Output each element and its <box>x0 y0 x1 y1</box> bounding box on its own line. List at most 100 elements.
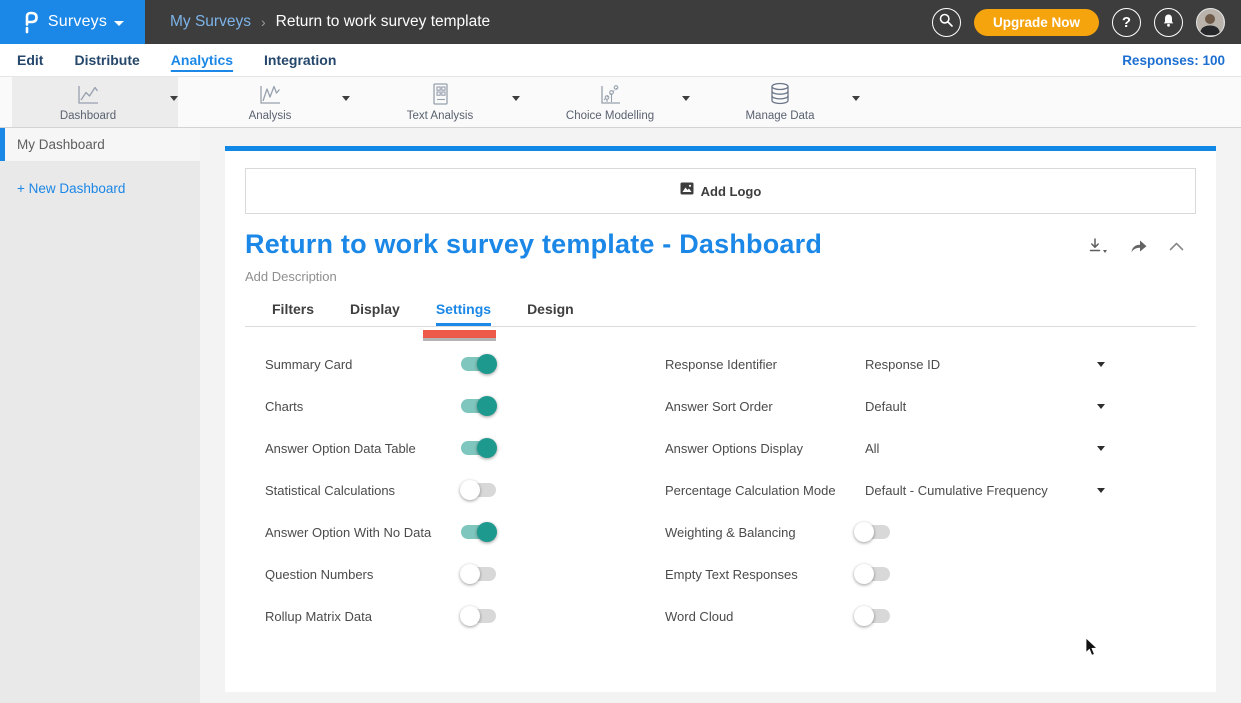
toggle-knob <box>477 438 497 458</box>
setting-label: Rollup Matrix Data <box>265 609 461 624</box>
notifications-button[interactable] <box>1154 8 1183 37</box>
toggle-knob <box>460 480 480 500</box>
toolbar-item-dashboard-dropdown[interactable] <box>166 97 182 123</box>
percentage-calculation-mode-select[interactable]: Default - Cumulative Frequency <box>855 483 1105 498</box>
download-button[interactable] <box>1087 237 1109 255</box>
tab-label: Settings <box>436 301 491 317</box>
nav-item-analytics[interactable]: Analytics <box>171 52 233 68</box>
setting-label: Percentage Calculation Mode <box>665 483 855 498</box>
setting-row-response-identifier: Response IdentifierResponse ID <box>645 343 1105 385</box>
setting-row-summary-card: Summary Card <box>245 343 645 385</box>
chevron-down-icon <box>114 21 124 26</box>
tab-settings[interactable]: Settings <box>436 301 491 326</box>
nav-item-integration[interactable]: Integration <box>264 52 336 68</box>
new-dashboard-button[interactable]: + New Dashboard <box>17 181 200 196</box>
product-name: Surveys <box>48 13 107 31</box>
document-grid-icon <box>428 82 452 107</box>
charts-toggle[interactable] <box>461 399 496 413</box>
tab-display[interactable]: Display <box>350 301 400 326</box>
toggle-knob <box>854 606 874 626</box>
toggle-knob <box>854 564 874 584</box>
setting-row-answer-option-with-no-data: Answer Option With No Data <box>245 511 645 553</box>
toolbar-item-analysis-dropdown[interactable] <box>338 97 354 123</box>
help-button[interactable]: ? <box>1112 8 1141 37</box>
page-title[interactable]: Return to work survey template - Dashboa… <box>245 229 822 260</box>
answer-option-data-table-toggle[interactable] <box>461 441 496 455</box>
weighting-balancing-toggle[interactable] <box>855 525 890 539</box>
toolbar-item-label: Dashboard <box>60 110 116 122</box>
setting-label: Summary Card <box>265 357 461 372</box>
empty-text-responses-toggle[interactable] <box>855 567 890 581</box>
content-area: Add Logo Return to work survey template … <box>200 128 1241 703</box>
add-logo-label: Add Logo <box>701 184 762 199</box>
breadcrumb-separator: › <box>261 14 266 30</box>
setting-label: Response Identifier <box>665 357 855 372</box>
rollup-matrix-data-toggle[interactable] <box>461 609 496 623</box>
setting-row-charts: Charts <box>245 385 645 427</box>
toggle-knob <box>460 606 480 626</box>
collapse-chevron-icon[interactable] <box>1169 242 1184 251</box>
toggle-knob <box>477 354 497 374</box>
answer-options-display-select[interactable]: All <box>855 441 1105 456</box>
chevron-down-icon <box>852 96 860 118</box>
toolbar-item-label: Manage Data <box>745 110 814 122</box>
settings-tabs: Filters Display Settings Design <box>245 301 1196 327</box>
dashboard-sidebar: My Dashboard + New Dashboard <box>0 128 200 703</box>
setting-row-word-cloud: Word Cloud <box>645 595 1105 637</box>
toolbar-item-dashboard[interactable]: Dashboard <box>23 82 153 122</box>
product-switcher[interactable]: Surveys <box>0 0 145 44</box>
sidebar-item-my-dashboard[interactable]: My Dashboard <box>0 128 200 161</box>
setting-label: Statistical Calculations <box>265 483 461 498</box>
sidebar-item-label: My Dashboard <box>17 137 105 152</box>
toggle-knob <box>854 522 874 542</box>
setting-row-answer-option-data-table: Answer Option Data Table <box>245 427 645 469</box>
tab-filters[interactable]: Filters <box>272 301 314 326</box>
chevron-down-icon <box>682 96 690 118</box>
add-logo-button[interactable]: Add Logo <box>245 168 1196 214</box>
question-numbers-toggle[interactable] <box>461 567 496 581</box>
search-button[interactable] <box>932 8 961 37</box>
toggle-knob <box>460 564 480 584</box>
annotation-marker <box>423 330 496 338</box>
upgrade-now-button[interactable]: Upgrade Now <box>974 9 1099 36</box>
scatter-chart-icon <box>597 82 623 107</box>
image-icon <box>680 182 694 200</box>
nav-item-distribute[interactable]: Distribute <box>74 52 139 68</box>
toolbar-item-choice-modelling-dropdown[interactable] <box>678 97 694 123</box>
summary-card-toggle[interactable] <box>461 357 496 371</box>
word-cloud-toggle[interactable] <box>855 609 890 623</box>
user-avatar[interactable] <box>1196 8 1225 37</box>
setting-row-empty-text-responses: Empty Text Responses <box>645 553 1105 595</box>
tab-design[interactable]: Design <box>527 301 574 326</box>
toolbar-item-manage-data-dropdown[interactable] <box>848 97 864 123</box>
panel-accent-bar <box>225 146 1216 151</box>
setting-row-percentage-calculation-mode: Percentage Calculation ModeDefault - Cum… <box>645 469 1105 511</box>
answer-option-with-no-data-toggle[interactable] <box>461 525 496 539</box>
toolbar-item-text-analysis-dropdown[interactable] <box>508 97 524 123</box>
answer-sort-order-select[interactable]: Default <box>855 399 1105 414</box>
trend-chart-icon <box>257 82 283 107</box>
response-identifier-select[interactable]: Response ID <box>855 357 1105 372</box>
toolbar-item-manage-data[interactable]: Manage Data <box>715 82 845 122</box>
toggle-knob <box>477 522 497 542</box>
toolbar-item-choice-modelling[interactable]: Choice Modelling <box>545 82 675 122</box>
questionpro-p-icon <box>21 10 41 34</box>
chevron-down-icon <box>170 96 178 118</box>
responses-count[interactable]: Responses: 100 <box>1122 53 1225 68</box>
nav-item-edit[interactable]: Edit <box>17 52 43 68</box>
setting-row-answer-options-display: Answer Options DisplayAll <box>645 427 1105 469</box>
share-icon[interactable] <box>1130 238 1148 254</box>
setting-label: Empty Text Responses <box>665 567 855 582</box>
add-description-field[interactable]: Add Description <box>245 269 1196 284</box>
chevron-down-icon <box>1097 362 1105 367</box>
statistical-calculations-toggle[interactable] <box>461 483 496 497</box>
setting-label: Answer Sort Order <box>665 399 855 414</box>
toolbar-item-label: Choice Modelling <box>566 110 654 122</box>
breadcrumb-my-surveys[interactable]: My Surveys <box>170 13 251 31</box>
top-header: Surveys My Surveys › Return to work surv… <box>0 0 1241 44</box>
toolbar-item-analysis[interactable]: Analysis <box>205 82 335 122</box>
toolbar-item-text-analysis[interactable]: Text Analysis <box>375 82 505 122</box>
select-value: Default <box>865 399 906 414</box>
chevron-down-icon <box>1097 404 1105 409</box>
setting-label: Answer Option Data Table <box>265 441 461 456</box>
